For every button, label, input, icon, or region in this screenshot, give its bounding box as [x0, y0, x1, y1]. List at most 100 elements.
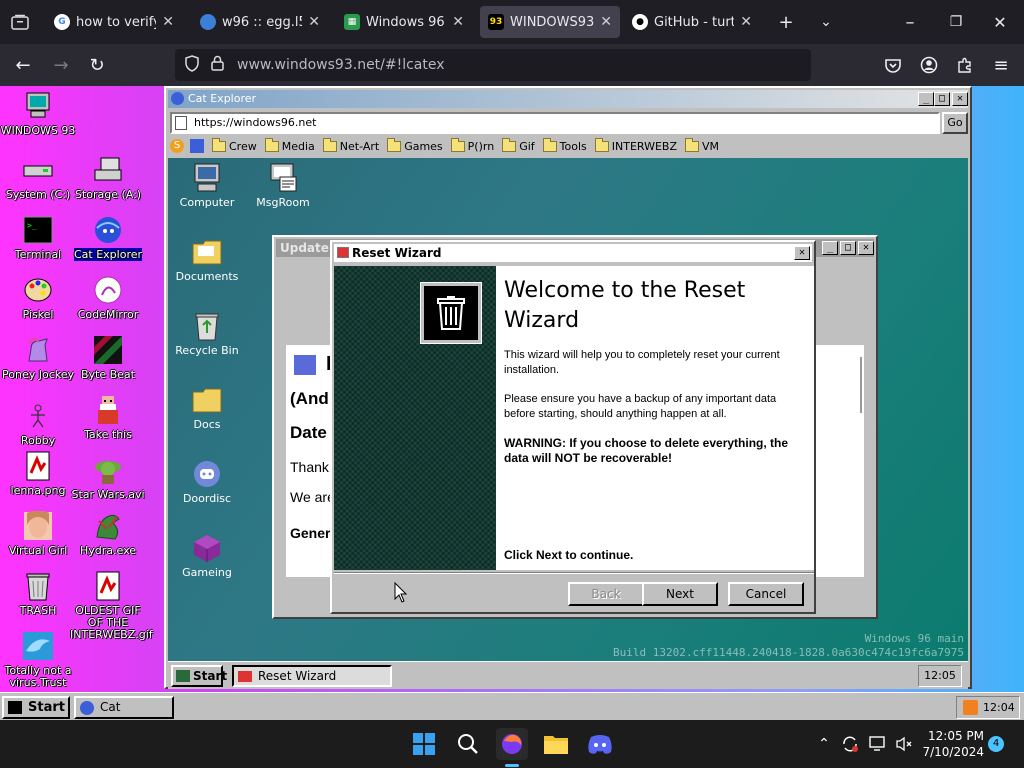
w96-icon-documents[interactable]: Documents: [168, 236, 246, 283]
bookmark-crew[interactable]: Crew: [212, 137, 257, 153]
tab-1[interactable]: w96 :: egg.l5.ca ✕: [192, 6, 328, 38]
desktop-icon-trash[interactable]: TRASH: [0, 570, 76, 617]
windows96-icon: ▦: [344, 14, 360, 30]
maximize-button[interactable]: □: [934, 92, 950, 106]
desktop-icon-windows93[interactable]: WINDOWS 93: [0, 90, 76, 137]
bookmark-media[interactable]: Media: [264, 137, 315, 153]
desktop-icon-terminal[interactable]: >_ Terminal: [0, 214, 76, 261]
minimize-icon[interactable]: –: [898, 10, 922, 34]
desktop-icon-label: Docs: [193, 418, 221, 431]
rss-icon[interactable]: [963, 700, 978, 715]
desktop-icon-cat-explorer[interactable]: Cat Explorer: [70, 214, 146, 261]
w96-icon-msgroom[interactable]: MsgRoom: [244, 162, 322, 209]
notification-badge[interactable]: 4: [988, 736, 1004, 752]
bookmark-gif[interactable]: Gif: [502, 137, 535, 153]
close-button[interactable]: ✕: [794, 246, 810, 260]
maximize-button[interactable]: □: [840, 241, 856, 255]
forward-arrow-icon[interactable]: →: [48, 53, 74, 77]
desktop-icon-poney-jockey[interactable]: Poney Jockey: [0, 334, 76, 381]
window-titlebar[interactable]: Cat Explorer: [168, 90, 968, 108]
back-button[interactable]: Back: [568, 582, 644, 606]
minimize-button[interactable]: _: [822, 241, 838, 255]
bookmark-porn[interactable]: P()rn: [450, 137, 494, 153]
close-button[interactable]: ✕: [952, 92, 968, 106]
desktop-icon-system-c[interactable]: System (C:): [0, 154, 76, 201]
desktop-icon-label: Hydra.exe: [79, 544, 137, 557]
restore-icon[interactable]: ❐: [944, 10, 968, 34]
shield-icon[interactable]: [185, 55, 199, 76]
pocket-icon[interactable]: [880, 53, 906, 77]
close-tab-icon[interactable]: ✕: [452, 14, 464, 30]
account-icon[interactable]: [916, 53, 942, 77]
search-icon[interactable]: [452, 728, 484, 760]
desktop-icon-hydra-exe[interactable]: Hydra.exe: [70, 510, 146, 557]
address-bar[interactable]: https://windows96.net: [170, 112, 940, 134]
tab-3[interactable]: 93 WINDOWS93 ✕: [480, 6, 620, 38]
back-arrow-icon[interactable]: ←: [10, 53, 36, 77]
windows-icon[interactable]: [190, 139, 204, 153]
volume-muted-icon[interactable]: [892, 728, 916, 760]
url-bar[interactable]: www.windows93.net/#!lcatex: [175, 49, 811, 81]
start-windows-icon[interactable]: [408, 728, 440, 760]
system-clock[interactable]: 12:05 PM 7/10/2024: [922, 728, 984, 760]
w96-icon-gameing[interactable]: Gameing: [168, 532, 246, 579]
chevron-up-icon[interactable]: ⌃: [812, 728, 836, 760]
next-button[interactable]: Next: [642, 582, 718, 606]
desktop-icon-star-wars-avi[interactable]: Star Wars.avi: [70, 454, 146, 501]
list-tabs-chevron-icon[interactable]: ⌄: [814, 10, 838, 34]
bookmark-vm[interactable]: VM: [685, 137, 719, 153]
w93-task-cat-explorer[interactable]: Cat Explorer: [74, 696, 174, 720]
scrollbar[interactable]: [860, 357, 862, 413]
go-button[interactable]: Go: [942, 112, 968, 134]
bookmark-tools[interactable]: Tools: [542, 137, 587, 153]
lock-icon[interactable]: [211, 55, 224, 75]
reload-icon[interactable]: ↻: [84, 53, 110, 77]
close-window-icon[interactable]: ✕: [988, 10, 1012, 34]
close-button[interactable]: ✕: [858, 241, 874, 255]
w96-icon-computer[interactable]: Computer: [168, 162, 246, 209]
s-icon[interactable]: S: [170, 139, 184, 153]
close-tab-icon[interactable]: ✕: [162, 14, 174, 30]
file-explorer-icon[interactable]: [540, 728, 572, 760]
new-tab-icon[interactable]: +: [774, 10, 798, 34]
cancel-button[interactable]: Cancel: [728, 582, 804, 606]
desktop-icon-take-this[interactable]: Take this: [70, 394, 146, 441]
w96-icon-docs[interactable]: Docs: [168, 384, 246, 431]
close-tab-icon[interactable]: ✕: [308, 14, 320, 30]
tab-overview-icon[interactable]: [6, 8, 34, 36]
w96-start-button[interactable]: Start: [171, 665, 227, 687]
desktop-icon-lenna-png[interactable]: lenna.png: [0, 450, 76, 497]
sync-icon[interactable]: [838, 728, 862, 760]
w96-task-reset-wizard[interactable]: Reset Wizard: [232, 665, 392, 687]
display-icon[interactable]: [866, 728, 890, 760]
tab-title: how to verify by: [76, 14, 156, 30]
w96-icon-recycle-bin[interactable]: Recycle Bin: [168, 310, 246, 357]
menu-hamburger-icon[interactable]: ≡: [988, 53, 1014, 77]
desktop-icon-virtual-girl[interactable]: Virtual Girl: [0, 510, 76, 557]
desktop-icon-piskel[interactable]: Piskel: [0, 274, 76, 321]
desktop-icon-oldest-gif[interactable]: OLDEST GIF OF THE INTERWEBZ.gif: [70, 570, 153, 641]
bookmark-games[interactable]: Games: [387, 137, 443, 153]
desktop-icon-codemirror[interactable]: CodeMirror: [70, 274, 146, 321]
close-tab-icon[interactable]: ✕: [600, 14, 612, 30]
url-text[interactable]: www.windows93.net/#!lcatex: [237, 57, 445, 73]
close-tab-icon[interactable]: ✕: [740, 14, 752, 30]
desktop-icon-totally-not-a-virus[interactable]: Totally not a virus.Trust: [0, 630, 76, 689]
bookmark-interwebz[interactable]: INTERWEBZ: [594, 137, 677, 153]
tab-2[interactable]: ▦ Windows 96 ✕: [336, 6, 472, 38]
extensions-icon[interactable]: [952, 53, 978, 77]
w93-start-button[interactable]: Start: [2, 696, 70, 719]
folder-icon: [322, 137, 337, 152]
minimize-button[interactable]: _: [918, 92, 934, 106]
firefox-icon[interactable]: [496, 728, 528, 760]
bookmark-net-art[interactable]: Net-Art: [322, 137, 379, 153]
desktop-icon-robby[interactable]: Robby: [0, 400, 76, 447]
tab-0[interactable]: G how to verify by ✕: [46, 6, 182, 38]
tab-4[interactable]: ● GitHub - turtleth ✕: [624, 6, 760, 38]
w96-icon-doordisc[interactable]: Doordisc: [168, 458, 246, 505]
window-titlebar[interactable]: Reset Wizard: [334, 244, 812, 262]
desktop-icon-byte-beat[interactable]: Byte Beat: [70, 334, 146, 381]
discord-icon[interactable]: [584, 728, 616, 760]
desktop-icon-storage-a[interactable]: Storage (A:): [70, 154, 146, 201]
address-text[interactable]: https://windows96.net: [194, 116, 316, 129]
